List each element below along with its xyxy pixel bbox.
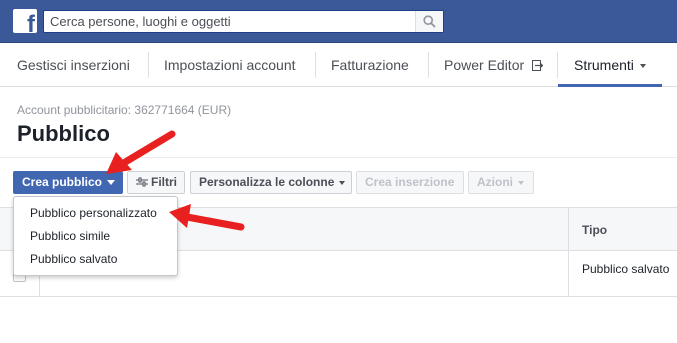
customize-columns-label: Personalizza le colonne	[199, 175, 335, 189]
create-audience-label: Crea pubblico	[22, 175, 103, 189]
menu-item-saved-audience[interactable]: Pubblico salvato	[14, 248, 177, 271]
account-label: Account pubblicitario: 362771664 (EUR)	[17, 103, 232, 117]
actions-button[interactable]: Azioni	[468, 171, 534, 194]
nav-item-gestisci-inserzioni[interactable]: Gestisci inserzioni	[1, 43, 146, 87]
create-ad-label: Crea inserzione	[365, 175, 455, 189]
customize-columns-button[interactable]: Personalizza le colonne	[190, 171, 352, 194]
search-input[interactable]	[44, 11, 414, 32]
top-bar: f	[0, 0, 677, 43]
actions-label: Azioni	[477, 175, 513, 189]
page-title: Pubblico	[17, 121, 110, 146]
facebook-logo[interactable]: f	[13, 9, 37, 33]
chevron-down-icon	[639, 64, 646, 69]
red-arrow-annotation	[169, 204, 245, 231]
ads-manager-nav: Gestisci inserzioni Impostazioni account…	[0, 43, 677, 87]
menu-item-custom-audience[interactable]: Pubblico personalizzato	[14, 202, 177, 225]
create-audience-menu: Pubblico personalizzato Pubblico simile …	[13, 196, 178, 276]
chevron-down-icon	[518, 180, 524, 185]
red-arrow-annotation	[106, 130, 176, 174]
nav-item-label: Power Editor	[444, 57, 525, 73]
facebook-logo-letter: f	[27, 11, 35, 34]
search-icon	[423, 15, 436, 28]
chevron-down-icon	[339, 180, 346, 185]
nav-item-label: Strumenti	[574, 57, 634, 73]
menu-item-lookalike-audience[interactable]: Pubblico simile	[14, 225, 177, 248]
nav-item-label: Gestisci inserzioni	[17, 57, 130, 73]
nav-item-label: Impostazioni account	[164, 57, 296, 73]
column-divider	[568, 207, 569, 297]
nav-item-strumenti[interactable]: Strumenti	[558, 43, 662, 87]
column-header-tipo[interactable]: Tipo	[582, 223, 607, 237]
nav-item-fatturazione[interactable]: Fatturazione	[315, 43, 425, 87]
external-link-icon	[532, 60, 544, 71]
nav-item-power-editor[interactable]: Power Editor	[428, 43, 559, 87]
search-box	[43, 10, 444, 33]
nav-item-label: Fatturazione	[331, 57, 409, 73]
chevron-down-icon	[107, 180, 116, 186]
nav-item-impostazioni-account[interactable]: Impostazioni account	[148, 43, 312, 87]
search-button[interactable]	[415, 11, 443, 32]
cell-tipo: Pubblico salvato	[582, 262, 670, 276]
create-ad-button[interactable]: Crea inserzione	[356, 171, 464, 194]
